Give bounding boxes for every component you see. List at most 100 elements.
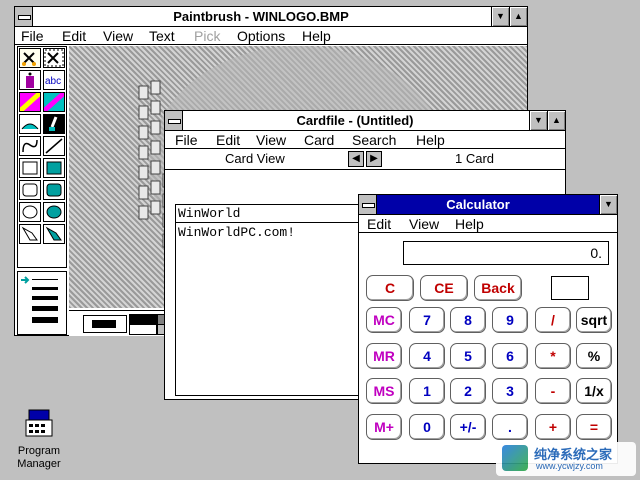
watermark-url: www.ycwjzy.com [536, 461, 603, 471]
digit-2-button[interactable]: 2 [450, 378, 486, 404]
line-width-selector[interactable] [17, 271, 67, 335]
paint-toolbox: abc [17, 46, 67, 268]
sign-button[interactable]: +/- [450, 414, 486, 440]
minimize-icon[interactable]: ▼ [529, 111, 547, 130]
memory-add-button[interactable]: M+ [366, 414, 402, 440]
digit-6-button[interactable]: 6 [492, 343, 528, 369]
pick-scissors-icon[interactable] [43, 48, 65, 68]
calculator-title: Calculator [446, 197, 510, 212]
memory-indicator [551, 276, 589, 300]
brush-icon[interactable] [43, 114, 65, 134]
menu-help[interactable]: Help [455, 215, 484, 233]
divide-button[interactable]: / [535, 307, 571, 333]
cardfile-titlebar[interactable]: Cardfile - (Untitled) ▼ ▲ [165, 111, 565, 131]
menu-help[interactable]: Help [302, 27, 331, 45]
digit-0-button[interactable]: 0 [409, 414, 445, 440]
system-menu-icon[interactable] [359, 195, 377, 214]
color-swatch-white[interactable] [129, 324, 157, 335]
reciprocal-button[interactable]: 1/x [576, 378, 612, 404]
menu-help[interactable]: Help [416, 131, 445, 149]
digit-3-button[interactable]: 3 [492, 378, 528, 404]
menu-text[interactable]: Text [149, 27, 175, 45]
menu-edit[interactable]: Edit [62, 27, 86, 45]
filled-polygon-icon[interactable] [43, 224, 65, 244]
digit-4-button[interactable]: 4 [409, 343, 445, 369]
minimize-icon[interactable]: ▼ [491, 7, 509, 26]
maximize-icon[interactable]: ▲ [547, 111, 565, 130]
polygon-icon[interactable] [19, 224, 41, 244]
add-button[interactable]: + [535, 414, 571, 440]
eraser-icon[interactable] [42, 91, 66, 113]
curve-icon[interactable] [19, 136, 41, 156]
memory-recall-button[interactable]: MR [366, 343, 402, 369]
circle-icon[interactable] [19, 202, 41, 222]
box-icon[interactable] [19, 158, 41, 178]
paintbrush-title: Paintbrush - WINLOGO.BMP [173, 9, 349, 24]
svg-text:abc: abc [45, 76, 61, 87]
scissors-icon[interactable] [19, 48, 41, 68]
text-tool-icon[interactable]: abc [43, 70, 65, 90]
equals-button[interactable]: = [576, 414, 612, 440]
filled-rounded-box-icon[interactable] [43, 180, 65, 200]
calculator-titlebar[interactable]: Calculator ▼ [359, 195, 617, 215]
digit-8-button[interactable]: 8 [450, 307, 486, 333]
filled-box-icon[interactable] [43, 158, 65, 178]
color-eraser-icon[interactable] [18, 91, 42, 113]
line-icon[interactable] [43, 136, 65, 156]
menu-options[interactable]: Options [237, 27, 285, 45]
program-manager-icon [25, 409, 53, 437]
program-manager-desktop-icon[interactable]: Program Manager [14, 408, 64, 471]
menu-search[interactable]: Search [352, 131, 396, 149]
calculator-window: Calculator ▼ Edit View Help 0. C CE Back… [358, 194, 618, 464]
cardfile-menubar: File Edit View Card Search Help [165, 131, 565, 149]
watermark-logo-icon [502, 445, 528, 471]
minimize-icon[interactable]: ▼ [599, 195, 617, 214]
program-manager-label-line1: Program [17, 445, 61, 457]
card-body-text[interactable]: WinWorldPC.com! [178, 225, 295, 240]
card-view-bar: Card View ◀ ▶ 1 Card [165, 149, 565, 170]
airbrush-icon[interactable] [19, 70, 41, 90]
paint-roller-icon[interactable] [19, 114, 41, 134]
memory-clear-button[interactable]: MC [366, 307, 402, 333]
menu-edit[interactable]: Edit [367, 215, 391, 233]
program-manager-label-line2: Manager [17, 458, 61, 470]
current-color-indicator [83, 315, 127, 333]
maximize-icon[interactable]: ▲ [509, 7, 527, 26]
next-card-icon[interactable]: ▶ [366, 151, 382, 167]
menu-file[interactable]: File [175, 131, 198, 149]
sqrt-button[interactable]: sqrt [576, 307, 612, 333]
digit-7-button[interactable]: 7 [409, 307, 445, 333]
rounded-box-icon[interactable] [19, 180, 41, 200]
line-widths-icon [21, 276, 58, 323]
digit-9-button[interactable]: 9 [492, 307, 528, 333]
paintbrush-titlebar[interactable]: Paintbrush - WINLOGO.BMP ▼ ▲ [15, 7, 527, 27]
card-count: 1 Card [455, 151, 495, 166]
system-menu-icon[interactable] [15, 7, 33, 26]
digit-5-button[interactable]: 5 [450, 343, 486, 369]
clear-button[interactable]: C [366, 275, 414, 301]
backspace-button[interactable]: Back [474, 275, 522, 301]
clear-entry-button[interactable]: CE [420, 275, 468, 301]
menu-card[interactable]: Card [304, 131, 334, 149]
card-view-label: Card View [225, 151, 285, 166]
calculator-display: 0. [403, 241, 609, 265]
percent-button[interactable]: % [576, 343, 612, 369]
memory-store-button[interactable]: MS [366, 378, 402, 404]
menu-view[interactable]: View [103, 27, 133, 45]
index-card[interactable]: WinWorld WinWorldPC.com! [175, 204, 369, 396]
menu-view[interactable]: View [256, 131, 286, 149]
digit-1-button[interactable]: 1 [409, 378, 445, 404]
subtract-button[interactable]: - [535, 378, 571, 404]
cardfile-title: Cardfile - (Untitled) [296, 113, 414, 128]
filled-circle-icon[interactable] [43, 202, 65, 222]
decimal-button[interactable]: . [492, 414, 528, 440]
menu-edit[interactable]: Edit [216, 131, 240, 149]
multiply-button[interactable]: * [535, 343, 571, 369]
system-menu-icon[interactable] [165, 111, 183, 130]
menu-file[interactable]: File [21, 27, 44, 45]
previous-card-icon[interactable]: ◀ [348, 151, 364, 167]
card-index-line[interactable]: WinWorld [176, 205, 368, 223]
menu-pick: Pick [194, 28, 221, 44]
menu-view[interactable]: View [409, 215, 439, 233]
calculator-menubar: Edit View Help [359, 215, 617, 233]
